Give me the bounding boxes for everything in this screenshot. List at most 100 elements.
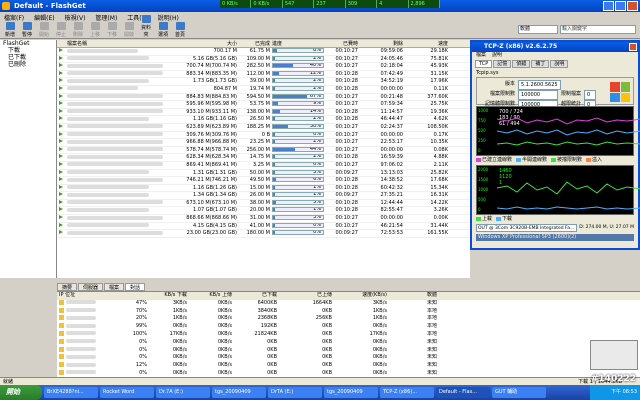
table-row[interactable]: 309.76 M(309.76 M) 0 B 0% 00:10:27 00:00:00 0… <box>57 131 470 140</box>
toolbar-button[interactable]: 新增 <box>3 22 17 38</box>
nic-select[interactable]: OUT @ 3Com 3C920B-EMB Integrated Fa... <box>476 224 578 232</box>
peer-row[interactable]: 0% 0KB/s 0KB/s 0KB 0KB 0KB/s 未知 <box>57 338 640 347</box>
minimize-button[interactable] <box>603 1 614 11</box>
table-row[interactable]: 933.10 M(933.11 M) 138.00 M 14% 00:10:28 11:… <box>57 108 470 117</box>
table-row[interactable]: 1.73 GB(1.73 GB) 39.00 M 2% 00:10:28 34:52:1… <box>57 78 470 86</box>
column-header[interactable]: 已上傳 <box>277 292 332 300</box>
table-row[interactable]: 869.41 M(869.41 M) 3.25 M 0% 00:10:27 97:06:… <box>57 161 470 170</box>
table-row[interactable]: 1.16 GB(1.26 GB) 15.00 M 1% 00:10:28 60:42:3… <box>57 184 470 193</box>
table-row[interactable]: 884.83 M(884.83 M) 594.50 M 67% 00:10:27 00:… <box>57 93 470 102</box>
column-header[interactable]: 剩餘 <box>360 40 405 47</box>
table-row[interactable]: 595.96 M(595.98 M) 53.75 M 9% 00:10:27 07:59… <box>57 101 470 109</box>
tree-item[interactable]: FlashGet <box>0 40 56 47</box>
toolbar-button[interactable]: 開始 <box>37 22 51 38</box>
peer-row[interactable]: 12% 0KB/s 0KB/s 0KB 0KB 0KB/s 未知 <box>57 362 640 370</box>
table-row[interactable]: 628.34 M(628.34 M) 14.75 M 2% 00:10:28 16:59… <box>57 154 470 162</box>
table-row[interactable]: 4.15 GB(4.15 GB) 41.00 M 0% 00:10:27 46:21:5… <box>57 222 470 231</box>
peer-row[interactable]: 0% 0KB/s 0KB/s 0KB 0KB 0KB/s 未知 <box>57 369 640 377</box>
taskbar-item[interactable]: tgs_20090409 <box>212 387 266 398</box>
taskbar-item[interactable]: Dr.7A (E:) <box>156 387 210 398</box>
peer-row[interactable]: 100% 17KB/s 0KB/s 21824KB 0KB 17KB/s 本地 <box>57 330 640 339</box>
taskbar-item[interactable]: Default - Flas... <box>436 387 490 398</box>
table-row[interactable]: 673.10 M(673.10 M) 38.00 M 5% 00:10:28 12:44… <box>57 199 470 208</box>
taskbar-item[interactable]: GUT 輔助 <box>492 387 546 398</box>
peer-row[interactable]: 0% 0KB/s 0KB/s 0KB 0KB 0KB/s 未知 <box>57 354 640 362</box>
tcpz-tab[interactable]: 記憶 <box>493 60 512 68</box>
peer-row[interactable]: 47% 3KB/s 0KB/s 6400KB 1664KB 3KB/s 未知 <box>57 299 640 308</box>
table-row[interactable]: 1.31 GB(1.31 GB) 50.00 M 3% 00:09:27 13:13:0… <box>57 169 470 178</box>
column-header[interactable]: 已費時 <box>327 40 360 47</box>
toolbar-button[interactable]: 選項 <box>156 22 170 38</box>
table-row[interactable]: 1.16 GB(1.16 GB) 26.50 M 2% 00:10:28 46:44:4… <box>57 116 470 124</box>
search-mode-select[interactable]: 軟體 <box>518 25 558 34</box>
toolbar-button[interactable]: 首頁 <box>173 22 187 38</box>
search-input[interactable]: 輸入關鍵字 <box>560 25 636 34</box>
floating-widget[interactable] <box>590 340 638 370</box>
column-header[interactable]: 已下載 <box>232 292 277 300</box>
tcpz-tab[interactable]: 說明 <box>550 60 569 68</box>
tcpz-menu-item[interactable]: 說明 <box>492 52 502 58</box>
table-row[interactable]: 868.66 M(868.66 M) 31.00 M 3% 00:10:27 00:00… <box>57 215 470 223</box>
tcpz-menu-item[interactable]: 檔案 <box>476 52 486 58</box>
table-row[interactable]: 1.07 GB(1.07 GB) 20.00 M 1% 00:10:28 82:55:4… <box>57 207 470 216</box>
menu-item[interactable]: 檔案(F) <box>4 13 24 22</box>
column-header[interactable]: 檔案名稱 <box>67 40 182 47</box>
tcpz-title-bar[interactable]: TCP-Z (x86) v2.6.2.75 <box>472 42 638 52</box>
toolbar-button[interactable]: 下移 <box>105 22 119 38</box>
bottom-tab[interactable]: 檔案 <box>104 283 125 291</box>
tcpz-tab[interactable]: TCP <box>475 60 493 68</box>
column-header[interactable]: 速度 <box>405 40 450 47</box>
taskbar-item[interactable]: BrXE4288?ni... <box>44 387 98 398</box>
bottom-tab[interactable]: 對話 <box>125 283 146 291</box>
table-row[interactable]: 966.88 M(966.88 M) 23.25 M 2% 00:10:27 22:53… <box>57 139 470 147</box>
column-header[interactable]: 軟體 <box>387 292 437 300</box>
toolbar-button[interactable]: 開啟 <box>122 22 136 38</box>
table-row[interactable]: 746.21 M(746.21 M) 49.50 M 6% 00:10:28 14:38… <box>57 177 470 185</box>
toolbar-button[interactable]: 刪除 <box>71 22 85 38</box>
column-header[interactable]: IP 位址 <box>57 292 117 300</box>
table-row[interactable]: 5.16 GB(5.16 GB) 109.00 M 2% 00:10:27 24:05:… <box>57 55 470 64</box>
table-row[interactable]: 700.74 M(700.74 M) 282.50 M 40% 00:10:27 02:… <box>57 63 470 71</box>
tree-item[interactable]: 已下載 <box>0 54 56 61</box>
start-button[interactable]: 開始 <box>0 385 42 400</box>
tcpz-close-button[interactable] <box>629 43 637 51</box>
menu-item[interactable]: 說明(H) <box>158 13 179 22</box>
peer-row[interactable]: 0% 0KB/s 0KB/s 0KB 0KB 0KB/s 未知 <box>57 346 640 355</box>
taskbar-item[interactable]: tgs_20090409 <box>324 387 378 398</box>
table-row[interactable]: 23.00 GB(23.00 GB) 180.00 M 0% 00:09:27 72:5… <box>57 230 470 238</box>
peer-row[interactable]: 70% 1KB/s 0KB/s 3840KB 0KB 1KB/s 本地 <box>57 307 640 316</box>
table-row[interactable]: 883.34 M(883.35 M) 112.00 M 12% 00:10:28 07:… <box>57 70 470 79</box>
close-button[interactable] <box>627 1 638 11</box>
bottom-tab[interactable]: 伺服器 <box>78 283 104 291</box>
bottom-tab[interactable]: 摘要 <box>57 283 78 291</box>
tcpz-window[interactable]: TCP-Z (x86) v2.6.2.75 檔案 說明 TCP 記憶 偵錯 補丁 說明 T… <box>470 40 640 250</box>
table-row[interactable]: 804.87 M 19.74 M 2% 00:10:28 00:00:00 0.11K <box>57 85 470 94</box>
toolbar-button[interactable]: 資料夾 <box>139 15 153 38</box>
column-header[interactable]: 大小 <box>182 40 239 47</box>
column-header[interactable] <box>117 292 147 300</box>
column-header[interactable]: 已完成 <box>239 40 272 47</box>
maximize-button[interactable] <box>615 1 626 11</box>
tree-item[interactable]: 下載 <box>0 47 56 54</box>
taskbar-item[interactable]: TCP-Z (x86)... <box>380 387 434 398</box>
column-header[interactable]: KB/s 下載 <box>147 292 187 300</box>
tcpz-tab[interactable]: 偵錯 <box>512 60 531 68</box>
taskbar-item[interactable]: Rocket Word <box>100 387 154 398</box>
toolbar-button[interactable]: 暫停 <box>20 22 34 38</box>
column-header[interactable]: 進度 <box>272 40 327 47</box>
peer-row[interactable]: 99% 0KB/s 0KB/s 192KB 0KB 0KB/s 本地 <box>57 323 640 331</box>
table-row[interactable]: 1.34 GB(1.34 GB) 26.00 M 1% 00:09:27 27:35:2… <box>57 192 470 200</box>
tcpz-tab[interactable]: 補丁 <box>531 60 550 68</box>
toolbar-button[interactable]: 停止 <box>54 22 68 38</box>
menu-item[interactable]: 檢視(V) <box>65 13 86 22</box>
taskbar-item[interactable]: DrTA (E:) <box>268 387 322 398</box>
table-row[interactable]: 623.89 M(623.89 M) 188.25 M 30% 00:10:27 02:… <box>57 123 470 132</box>
tree-item[interactable]: 已刪除 <box>0 61 56 68</box>
menu-item[interactable]: 編輯(E) <box>34 13 54 22</box>
column-header[interactable]: 速度(KB/s) <box>332 292 387 300</box>
peer-row[interactable]: 20% 1KB/s 0KB/s 2368KB 256KB 1KB/s 本地 <box>57 315 640 323</box>
menu-item[interactable]: 管理(M) <box>95 13 117 22</box>
table-row[interactable]: 578.74 M(578.74 M) 256.00 M 44% 00:10:27 00:… <box>57 146 470 155</box>
toolbar-button[interactable]: 上移 <box>88 22 102 38</box>
table-row[interactable]: 700.17 M 61.75 M 8% 00:10:27 09:59:06 29.18K <box>57 48 470 56</box>
